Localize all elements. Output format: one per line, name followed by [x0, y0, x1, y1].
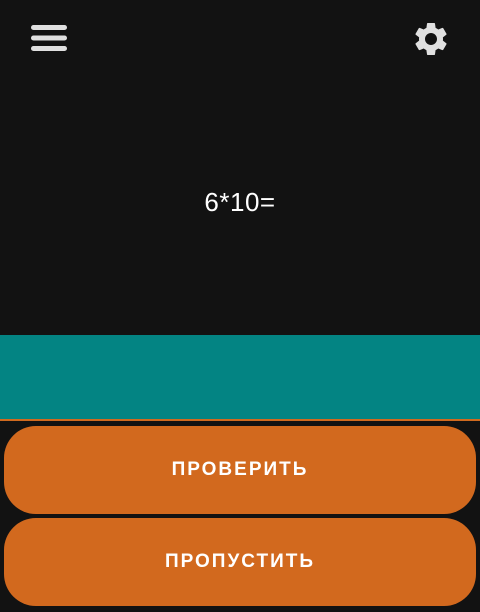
top-bar — [0, 0, 480, 80]
check-button[interactable]: ПРОВЕРИТЬ — [4, 426, 476, 514]
skip-button[interactable]: ПРОПУСТИТЬ — [4, 518, 476, 606]
question-text: 6*10= — [204, 187, 276, 217]
answer-input[interactable] — [0, 335, 480, 421]
settings-button[interactable] — [408, 16, 454, 62]
menu-button[interactable] — [28, 20, 70, 56]
question-area: 6*10= — [0, 80, 480, 335]
answer-field[interactable] — [0, 335, 480, 421]
gear-icon — [415, 22, 447, 55]
app-screen: 6*10= ПРОВЕРИТЬ ПРОПУСТИТЬ — [0, 0, 480, 612]
hamburger-menu-icon — [31, 25, 67, 51]
